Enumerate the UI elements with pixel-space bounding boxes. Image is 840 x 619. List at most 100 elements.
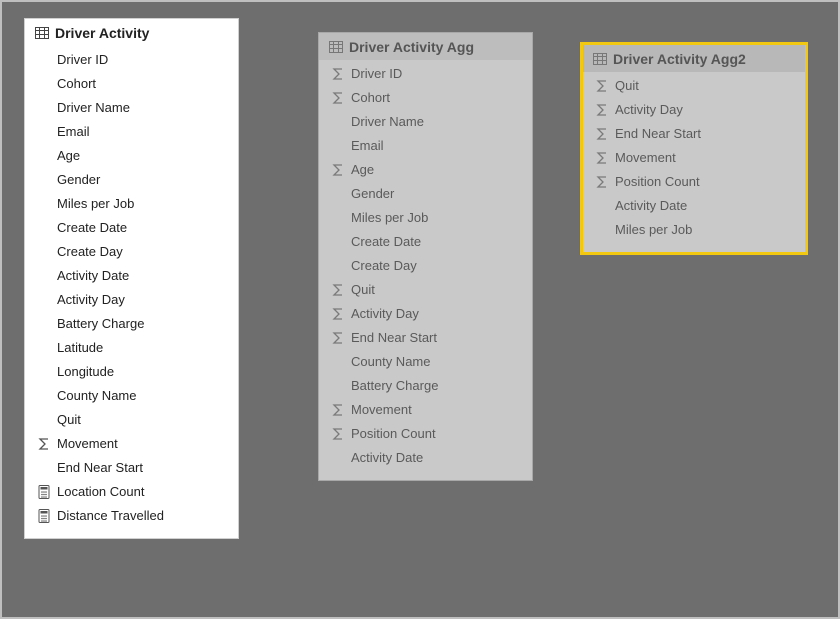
field-row[interactable]: Miles per Job — [29, 192, 234, 216]
field-label: Gender — [53, 170, 100, 190]
sigma-icon — [329, 92, 347, 104]
field-row[interactable]: Activity Date — [29, 264, 234, 288]
field-row[interactable]: Longitude — [29, 360, 234, 384]
sigma-icon — [329, 332, 347, 344]
field-row[interactable]: Driver ID — [323, 62, 528, 86]
sigma-icon — [329, 404, 347, 416]
sigma-icon — [593, 104, 611, 116]
field-label: Position Count — [347, 424, 436, 444]
sigma-icon — [329, 308, 347, 320]
field-row[interactable]: Distance Travelled — [29, 504, 234, 528]
calculator-icon — [35, 509, 53, 523]
table-title: Driver Activity — [51, 25, 149, 41]
field-label: Create Date — [347, 232, 421, 252]
field-row[interactable]: Email — [323, 134, 528, 158]
field-row[interactable]: County Name — [29, 384, 234, 408]
field-row[interactable]: Driver Name — [323, 110, 528, 134]
field-row[interactable]: Cohort — [29, 72, 234, 96]
table-header[interactable]: Driver Activity Agg2 — [583, 45, 805, 72]
field-label: Position Count — [611, 172, 700, 192]
field-label: Age — [347, 160, 374, 180]
field-label: Quit — [347, 280, 375, 300]
field-label: Create Day — [347, 256, 417, 276]
field-row[interactable]: End Near Start — [587, 122, 801, 146]
field-row[interactable]: Driver ID — [29, 48, 234, 72]
field-label: End Near Start — [611, 124, 701, 144]
field-label: Movement — [53, 434, 118, 454]
field-label: Create Date — [53, 218, 127, 238]
field-label: End Near Start — [347, 328, 437, 348]
field-row[interactable]: Battery Charge — [323, 374, 528, 398]
field-row[interactable]: Position Count — [587, 170, 801, 194]
field-label: Email — [53, 122, 90, 142]
field-label: Activity Date — [53, 266, 129, 286]
field-row[interactable]: Movement — [323, 398, 528, 422]
field-row[interactable]: County Name — [323, 350, 528, 374]
sigma-icon — [329, 164, 347, 176]
field-row[interactable]: End Near Start — [323, 326, 528, 350]
field-label: Driver Name — [347, 112, 424, 132]
field-label: Driver ID — [347, 64, 402, 84]
field-label: Latitude — [53, 338, 103, 358]
field-label: Activity Day — [347, 304, 419, 324]
field-row[interactable]: Miles per Job — [323, 206, 528, 230]
field-label: Longitude — [53, 362, 114, 382]
sigma-icon — [593, 152, 611, 164]
field-row[interactable]: End Near Start — [29, 456, 234, 480]
field-row[interactable]: Gender — [323, 182, 528, 206]
field-label: Location Count — [53, 482, 144, 502]
field-label: Gender — [347, 184, 394, 204]
field-row[interactable]: Age — [29, 144, 234, 168]
field-row[interactable]: Miles per Job — [587, 218, 801, 242]
field-row[interactable]: Latitude — [29, 336, 234, 360]
sigma-icon — [593, 128, 611, 140]
field-label: Miles per Job — [611, 220, 692, 240]
field-row[interactable]: Location Count — [29, 480, 234, 504]
table-header[interactable]: Driver Activity — [25, 19, 238, 46]
field-label: Create Day — [53, 242, 123, 262]
field-row[interactable]: Cohort — [323, 86, 528, 110]
sigma-icon — [329, 68, 347, 80]
field-label: Miles per Job — [347, 208, 428, 228]
table-icon — [591, 53, 609, 65]
field-row[interactable]: Battery Charge — [29, 312, 234, 336]
table-title: Driver Activity Agg2 — [609, 51, 746, 67]
field-row[interactable]: Create Day — [29, 240, 234, 264]
field-label: Miles per Job — [53, 194, 134, 214]
field-row[interactable]: Create Day — [323, 254, 528, 278]
table-icon — [327, 41, 345, 53]
field-label: Quit — [611, 76, 639, 96]
field-row[interactable]: Quit — [587, 74, 801, 98]
field-row[interactable]: Activity Day — [587, 98, 801, 122]
sigma-icon — [593, 176, 611, 188]
table-icon — [33, 27, 51, 39]
sigma-icon — [593, 80, 611, 92]
field-row[interactable]: Movement — [29, 432, 234, 456]
table-card-driver-activity-agg2[interactable]: Driver Activity Agg2 Quit Activity Day End … — [580, 42, 808, 255]
field-label: County Name — [53, 386, 136, 406]
field-row[interactable]: Driver Name — [29, 96, 234, 120]
table-header[interactable]: Driver Activity Agg — [319, 33, 532, 60]
field-row[interactable]: Create Date — [323, 230, 528, 254]
field-label: County Name — [347, 352, 430, 372]
calculator-icon — [35, 485, 53, 499]
field-row[interactable]: Email — [29, 120, 234, 144]
field-row[interactable]: Position Count — [323, 422, 528, 446]
field-label: Email — [347, 136, 384, 156]
field-row[interactable]: Activity Day — [323, 302, 528, 326]
field-label: Activity Day — [611, 100, 683, 120]
field-row[interactable]: Age — [323, 158, 528, 182]
field-row[interactable]: Activity Date — [587, 194, 801, 218]
field-row[interactable]: Gender — [29, 168, 234, 192]
table-card-driver-activity-agg[interactable]: Driver Activity Agg Driver IDCohortDriver… — [318, 32, 533, 481]
field-row[interactable]: Activity Date — [323, 446, 528, 470]
field-row[interactable]: Quit — [323, 278, 528, 302]
field-row[interactable]: Movement — [587, 146, 801, 170]
table-card-driver-activity[interactable]: Driver Activity Driver IDCohortDriver Nam… — [24, 18, 239, 539]
field-label: Driver ID — [53, 50, 108, 70]
field-row[interactable]: Activity Day — [29, 288, 234, 312]
field-row[interactable]: Create Date — [29, 216, 234, 240]
field-row[interactable]: Quit — [29, 408, 234, 432]
field-label: Activity Date — [347, 448, 423, 468]
field-label: Movement — [611, 148, 676, 168]
